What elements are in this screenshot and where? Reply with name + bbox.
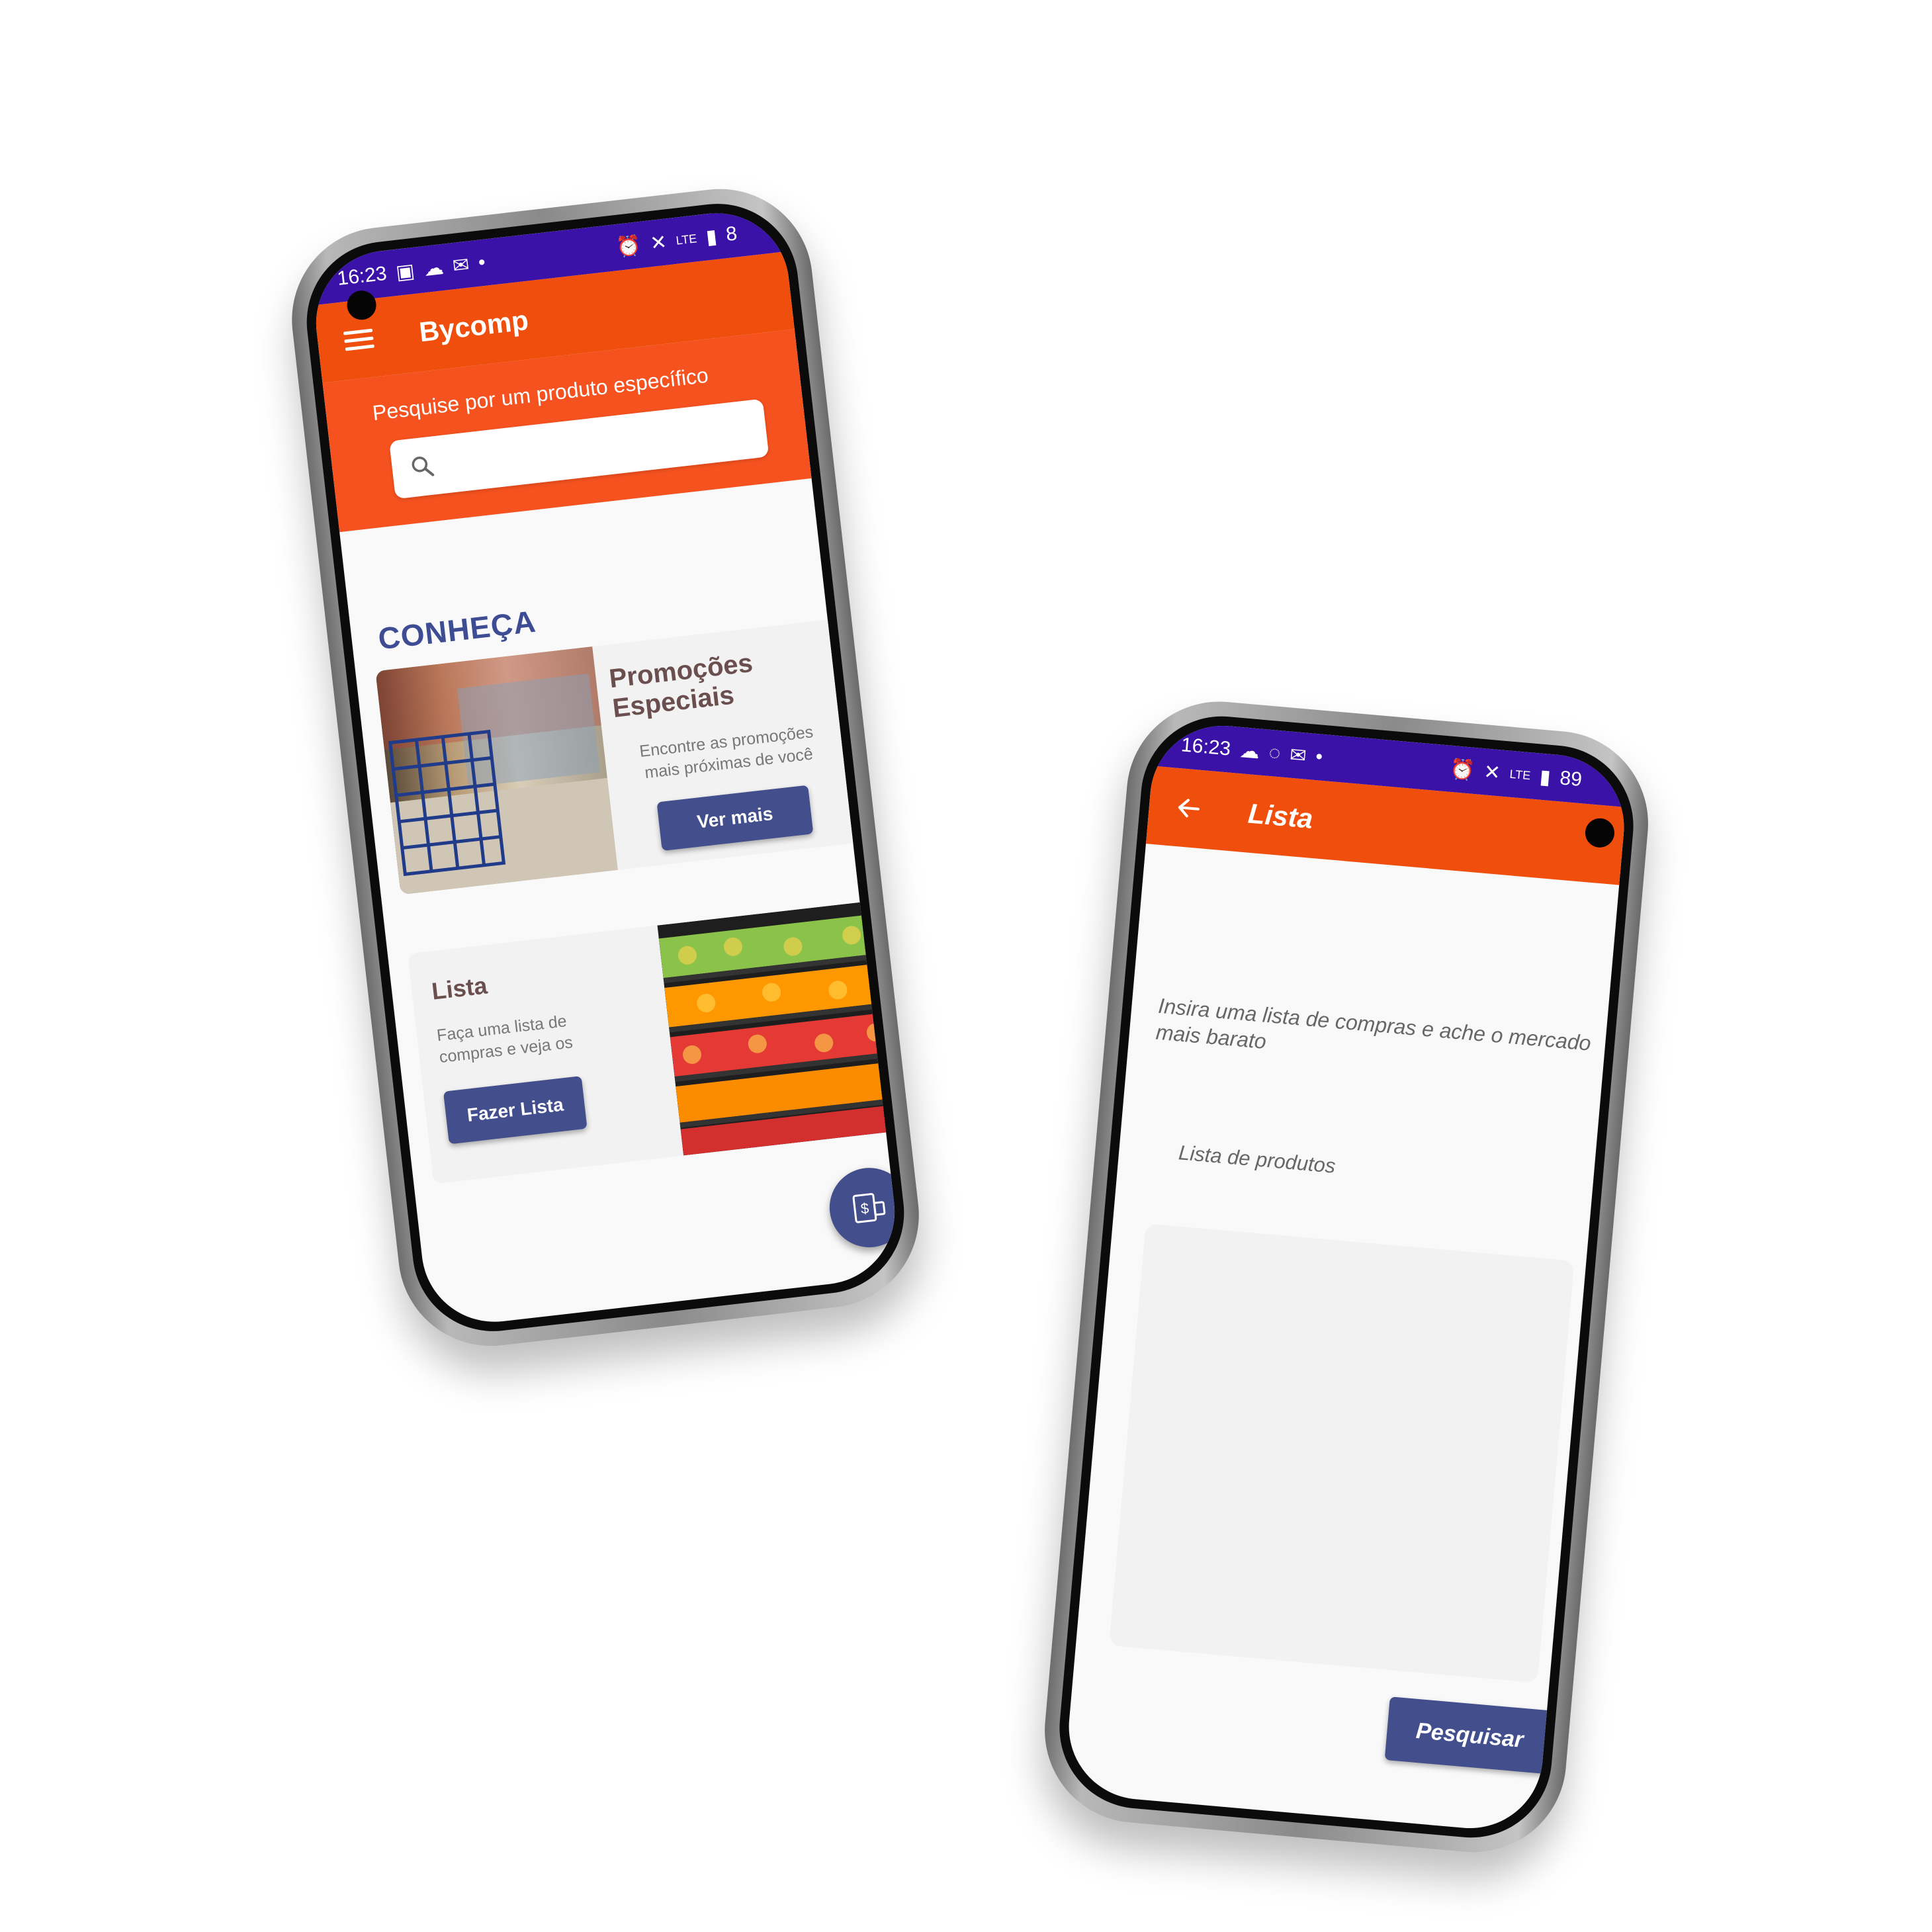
- shopping-cart-illustration: [375, 646, 618, 895]
- fruit-shelves-image: [657, 900, 902, 1156]
- svg-text:$: $: [859, 1200, 869, 1217]
- phone-bezel: 16:23 ▣ ☁ ✉ • ⏰ ✕ LTE ▮ 8 Bycomp Pesquis…: [298, 195, 913, 1340]
- status-time: 16:23: [1180, 734, 1232, 760]
- alarm-icon: ⏰: [1449, 758, 1476, 782]
- home-phone: 16:23 ▣ ☁ ✉ • ⏰ ✕ LTE ▮ 8 Bycomp Pesquis…: [282, 179, 929, 1356]
- alarm-icon: ⏰: [615, 234, 642, 259]
- home-screen: 16:23 ▣ ☁ ✉ • ⏰ ✕ LTE ▮ 8 Bycomp Pesquis…: [308, 205, 902, 1330]
- instruction-text: Insira uma lista de compras e ache o mer…: [1155, 993, 1593, 1055]
- list-title: Lista: [430, 971, 489, 1005]
- screen-title: Lista: [1247, 797, 1315, 834]
- supermarket-aisle-image: [375, 646, 618, 895]
- promo-title: Promoções Especiais: [607, 648, 754, 724]
- weather-icon: ☁: [422, 256, 445, 281]
- dot-icon: •: [477, 251, 487, 274]
- back-arrow-icon[interactable]: [1174, 794, 1203, 822]
- list-phone: 16:23 ☁ ◌ ✉ • ⏰ ✕ LTE ▮ 89 Lista Insira …: [1037, 693, 1656, 1861]
- ver-mais-button[interactable]: Ver mais: [656, 785, 814, 852]
- list-card[interactable]: Lista Faça uma lista de compras e veja o…: [407, 900, 902, 1184]
- promo-card[interactable]: Promoções Especiais Encontre as promoçõe…: [375, 619, 861, 895]
- pesquisar-button[interactable]: Pesquisar: [1384, 1696, 1556, 1775]
- list-screen: 16:23 ☁ ◌ ✉ • ⏰ ✕ LTE ▮ 89 Lista Insira …: [1063, 719, 1630, 1835]
- signal-icon: ▮: [705, 225, 719, 249]
- status-time: 16:23: [335, 262, 388, 290]
- weather-icon: ☁: [1239, 739, 1261, 763]
- signal-icon: ▮: [1538, 766, 1552, 789]
- price-fab-button[interactable]: $: [825, 1163, 902, 1252]
- fruit-shelves-illustration: [657, 900, 902, 1156]
- battery-level: 8: [724, 222, 738, 246]
- dot-icon: •: [1314, 746, 1324, 768]
- product-list-input[interactable]: [1109, 1223, 1575, 1683]
- lte-icon: LTE: [1509, 767, 1532, 782]
- whatsapp-icon: ◌: [1268, 741, 1282, 765]
- search-icon: [412, 457, 435, 476]
- fazer-lista-button[interactable]: Fazer Lista: [443, 1076, 588, 1145]
- image-notification-icon: ▣: [394, 259, 416, 284]
- mute-icon: ✕: [648, 230, 668, 255]
- gmail-icon: ✉: [1288, 744, 1307, 768]
- promo-description: Encontre as promoções mais próximas de v…: [638, 723, 814, 782]
- mute-icon: ✕: [1483, 760, 1502, 784]
- lte-icon: LTE: [675, 231, 698, 247]
- gmail-icon: ✉: [451, 253, 471, 277]
- list-description: Faça uma lista de compras e veja os: [435, 1012, 574, 1067]
- battery-level: 89: [1559, 767, 1583, 791]
- phone-bezel: 16:23 ☁ ◌ ✉ • ⏰ ✕ LTE ▮ 89 Lista Insira …: [1053, 709, 1640, 1845]
- menu-icon[interactable]: [343, 328, 374, 351]
- list-label: Lista de produtos: [1177, 1141, 1337, 1178]
- app-title: Bycomp: [417, 304, 531, 348]
- price-tag-icon: $: [852, 1193, 886, 1223]
